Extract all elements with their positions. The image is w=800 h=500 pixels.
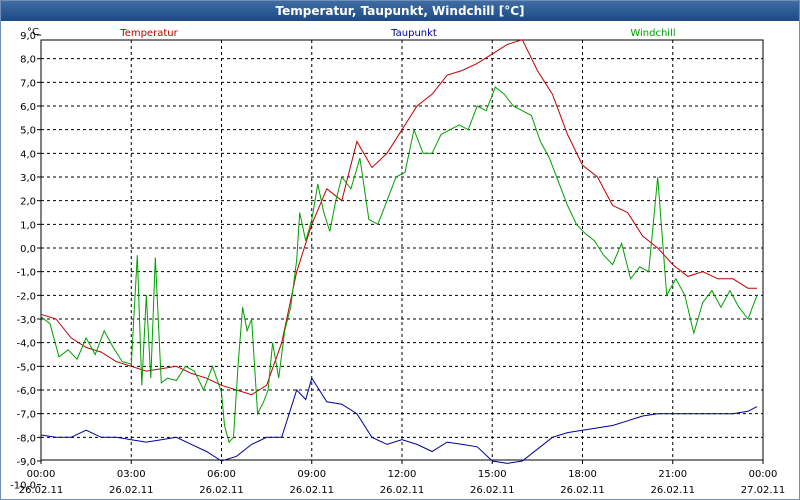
y-tick-label: -7,0 — [16, 410, 36, 421]
legend-label-taupunkt: Taupunkt — [390, 28, 437, 39]
x-tick-time-label: 12:00 — [388, 469, 417, 480]
x-tick-date-label: 26.02.11 — [199, 485, 244, 496]
y-tick-label: 3,0 — [20, 173, 36, 184]
y-tick-label: 1,0 — [20, 220, 36, 231]
y-tick-label: -9,0 — [16, 457, 36, 468]
x-tick-date-label: 26.02.11 — [19, 485, 64, 496]
x-tick-time-label: 00:00 — [27, 469, 56, 480]
x-tick-date-label: 26.02.11 — [109, 485, 154, 496]
y-tick-label: 4,0 — [20, 149, 36, 160]
x-tick-date-label: 26.02.11 — [560, 485, 605, 496]
x-tick-time-label: 15:00 — [478, 469, 507, 480]
x-tick-time-label: 06:00 — [207, 469, 236, 480]
y-tick-label: -2,0 — [16, 291, 36, 302]
x-tick-date-label: 26.02.11 — [289, 485, 334, 496]
y-tick-label: -4,0 — [16, 339, 36, 350]
chart-window: Temperatur, Taupunkt, Windchill [°C] 9,0… — [0, 0, 800, 500]
x-tick-time-label: 00:00 — [749, 469, 778, 480]
x-tick-date-label: 26.02.11 — [470, 485, 515, 496]
y-tick-label: 8,0 — [20, 55, 36, 66]
x-tick-time-label: 03:00 — [117, 469, 146, 480]
y-tick-label: 5,0 — [20, 126, 36, 137]
legend-label-windchill: Windchill — [630, 28, 675, 39]
y-tick-label: 6,0 — [20, 102, 36, 113]
y-axis-label: °C — [27, 27, 39, 38]
legend-label-temperatur: Temperatur — [119, 28, 178, 39]
line-chart: 9,08,07,06,05,04,03,02,01,00,0-1,0-2,0-3… — [10, 27, 786, 496]
x-tick-date-label: 27.02.11 — [741, 485, 786, 496]
y-tick-label: -8,0 — [16, 433, 36, 444]
y-tick-label: -5,0 — [16, 362, 36, 373]
x-tick-date-label: 26.02.11 — [380, 485, 425, 496]
y-tick-label: 7,0 — [20, 78, 36, 89]
x-tick-date-label: 26.02.11 — [650, 485, 695, 496]
y-tick-label: 0,0 — [20, 244, 36, 255]
y-tick-label: -3,0 — [16, 315, 36, 326]
y-tick-label: -1,0 — [16, 268, 36, 279]
x-tick-time-label: 21:00 — [658, 469, 687, 480]
x-tick-time-label: 18:00 — [568, 469, 597, 480]
x-tick-time-label: 09:00 — [297, 469, 326, 480]
y-tick-label: -6,0 — [16, 386, 36, 397]
window-title: Temperatur, Taupunkt, Windchill [°C] — [1, 1, 799, 21]
y-tick-label: 2,0 — [20, 197, 36, 208]
